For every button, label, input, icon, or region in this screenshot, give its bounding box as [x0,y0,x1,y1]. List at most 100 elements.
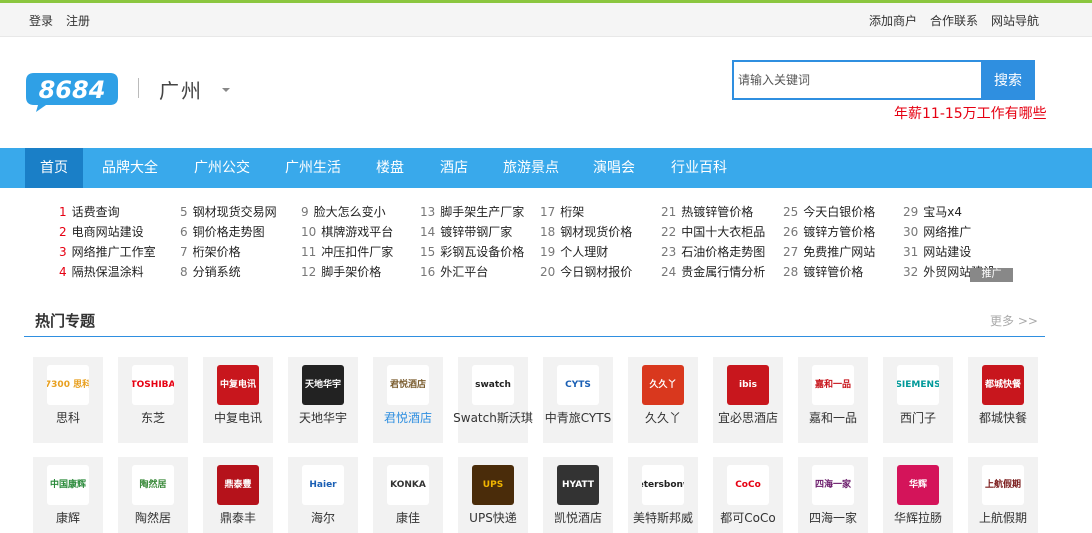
hot-link-text: 隔热保温涂料 [71,265,144,279]
hot-link-number: 5 [180,205,188,219]
login-link[interactable]: 登录 [29,12,53,29]
hot-link[interactable]: 20 今日钢材报价 [540,263,632,280]
hot-link[interactable]: 28 镀锌管价格 [783,263,863,280]
brand-card[interactable]: KONKA 康佳 [373,457,443,533]
brand-card[interactable]: HYATT 凯悦酒店 [543,457,613,533]
brand-card[interactable]: swatch Swatch斯沃琪 [453,357,533,443]
brand-card[interactable]: SIEMENS 西门子 [883,357,953,443]
hot-link[interactable]: 12 脚手架价格 [301,263,381,280]
hot-link[interactable]: 27 免费推广网站 [783,243,875,260]
search-input[interactable] [732,60,982,100]
hot-link[interactable]: 4 隔热保温涂料 [59,263,144,280]
brand-logo-mark: CYTS [565,380,591,390]
brand-card[interactable]: 天地华宇 天地华宇 [288,357,358,443]
nav-brands[interactable]: 品牌大全 [95,148,165,188]
hot-link[interactable]: 16 外汇平台 [420,263,488,280]
brand-name: 都城快餐 [978,411,1027,425]
brand-card[interactable]: ibis 宜必思酒店 [713,357,783,443]
hot-link[interactable]: 18 钢材现货价格 [540,223,632,240]
brand-card[interactable]: 四海一家 四海一家 [798,457,868,533]
brand-logo: SIEMENS [897,365,939,405]
hot-link[interactable]: 24 贵金属行情分析 [661,263,765,280]
brand-card[interactable]: Metersbonwe 美特斯邦威 [628,457,698,533]
brand-name: 康佳 [395,511,420,525]
brand-card[interactable]: CoCo 都可CoCo [713,457,783,533]
site-nav-link[interactable]: 网站导航 [991,12,1039,29]
brand-card[interactable]: Haier 海尔 [288,457,358,533]
brand-name: 天地华宇 [298,411,347,425]
nav-home[interactable]: 首页 [25,148,83,188]
hot-link-number: 21 [661,205,677,219]
brand-card[interactable]: 鼎泰豐 鼎泰丰 [203,457,273,533]
hot-link-text: 镀锌管价格 [803,265,864,279]
brand-name: 华辉拉肠 [893,511,942,525]
hot-link[interactable]: 8 分销系统 [180,263,241,280]
nav-travel[interactable]: 旅游景点 [496,148,566,188]
hot-link[interactable]: 7 桁架价格 [180,243,241,260]
search-button[interactable]: 搜索 [981,60,1035,100]
brand-card[interactable]: 陶然居 陶然居 [118,457,188,533]
add-merchant-link[interactable]: 添加商户 [869,12,917,29]
hot-link[interactable]: 31 网站建设 [903,243,971,260]
hot-link[interactable]: 3 网络推广工作室 [59,243,156,260]
top-bar: 登录 注册 添加商户 合作联系 网站导航 [0,3,1092,37]
brand-card[interactable]: UPS UPS快递 [458,457,528,533]
hot-link-text: 网络推广工作室 [71,245,156,259]
hot-link[interactable]: 17 桁架 [540,203,584,220]
hot-link[interactable]: 23 石油价格走势图 [661,243,765,260]
hot-link-number: 12 [301,265,317,279]
hot-link-text: 钢材现货交易网 [192,205,277,219]
more-link[interactable]: 更多 >> [990,312,1038,329]
site-logo[interactable]: 8684 [24,71,120,113]
hot-link[interactable]: 11 冲压扣件厂家 [301,243,393,260]
register-link[interactable]: 注册 [66,12,90,29]
hot-link[interactable]: 14 镀锌带钢厂家 [420,223,512,240]
hot-link[interactable]: 10 棋牌游戏平台 [301,223,393,240]
brand-card[interactable]: 7300 思科 思科 [33,357,103,443]
hot-link[interactable]: 5 钢材现货交易网 [180,203,277,220]
hot-link[interactable]: 19 个人理财 [540,243,608,260]
hot-link[interactable]: 29 宝马x4 [903,203,962,220]
city-selector[interactable]: 广州 [159,75,203,104]
brand-card[interactable]: 君悦酒店 君悦酒店 [373,357,443,443]
hot-link[interactable]: 15 彩钢瓦设备价格 [420,243,524,260]
hot-link-number: 22 [661,225,677,239]
hot-link[interactable]: 26 镀锌方管价格 [783,223,875,240]
brand-logo: swatch [472,365,514,405]
hot-link[interactable]: 2 电商网站建设 [59,223,144,240]
nav-property[interactable]: 楼盘 [370,148,410,188]
brand-card[interactable]: 上航假期 上航假期 [968,457,1038,533]
hot-link-number: 10 [301,225,317,239]
brand-card[interactable]: 中国康辉 康辉 [33,457,103,533]
brand-logo: 天地华宇 [302,365,344,405]
nav-bus[interactable]: 广州公交 [187,148,257,188]
brand-card[interactable]: 都城快餐 都城快餐 [968,357,1038,443]
promo-link[interactable]: 年薪11-15万工作有哪些 [894,103,1047,123]
hot-link-text: 中国十大衣柜品 [681,225,766,239]
nav-concert[interactable]: 演唱会 [589,148,639,188]
hot-link[interactable]: 21 热镀锌管价格 [661,203,753,220]
brand-card[interactable]: 久久丫 久久丫 [628,357,698,443]
hot-link-number: 18 [540,225,556,239]
hot-link[interactable]: 30 网络推广 [903,223,971,240]
hot-link[interactable]: 6 铜价格走势图 [180,223,265,240]
brand-card[interactable]: 中复电讯 中复电讯 [203,357,273,443]
hot-link-number: 29 [903,205,919,219]
brand-card[interactable]: 华辉 华辉拉肠 [883,457,953,533]
brand-logo-mark: 中复电讯 [219,380,256,390]
hot-link[interactable]: 25 今天白银价格 [783,203,875,220]
hot-link[interactable]: 9 脸大怎么变小 [301,203,386,220]
nav-hotel[interactable]: 酒店 [434,148,474,188]
cooperation-link[interactable]: 合作联系 [930,12,978,29]
brand-card[interactable]: 嘉和一品 嘉和一品 [798,357,868,443]
hot-link[interactable]: 13 脚手架生产厂家 [420,203,524,220]
brand-card[interactable]: CYTS 中青旅CYTS [543,357,613,443]
brand-logo: 久久丫 [642,365,684,405]
nav-life[interactable]: 广州生活 [278,148,348,188]
hot-link[interactable]: 1 话费查询 [59,203,120,220]
brand-card[interactable]: TOSHIBA 东芝 [118,357,188,443]
hot-link[interactable]: 22 中国十大衣柜品 [661,223,765,240]
brand-logo-mark: SIEMENS [897,380,939,390]
chevron-down-icon[interactable] [222,88,230,92]
nav-wiki[interactable]: 行业百科 [664,148,734,188]
